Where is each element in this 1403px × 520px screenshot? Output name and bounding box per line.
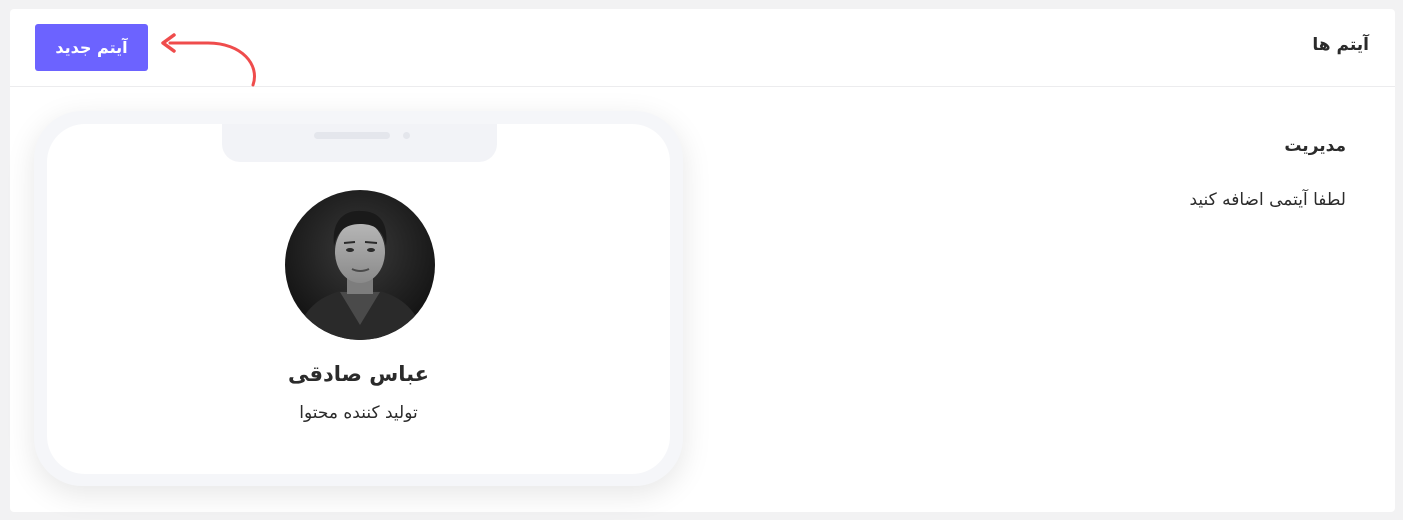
card-header: آیتم ها آیتم جدید xyxy=(10,9,1395,87)
new-item-button[interactable]: آیتم جدید xyxy=(35,24,148,71)
section-title: مدیریت xyxy=(1284,136,1346,156)
avatar-photo xyxy=(285,190,435,340)
page-title: آیتم ها xyxy=(1312,35,1369,55)
profile-name: عباس صادقی xyxy=(287,362,430,386)
phone-screen: عباس صادقی تولید کننده محتوا xyxy=(47,124,670,474)
phone-notch xyxy=(222,124,497,162)
empty-message: لطفا آیتمی اضافه کنید xyxy=(1189,190,1346,210)
avatar xyxy=(285,190,435,340)
phone-preview: عباس صادقی تولید کننده محتوا xyxy=(34,111,683,486)
curved-arrow-icon xyxy=(161,33,256,87)
items-card: آیتم ها آیتم جدید مدیریت لطفا آیتمی اضاف… xyxy=(10,9,1395,512)
speaker-icon xyxy=(314,132,390,139)
profile-role: تولید کننده محتوا xyxy=(299,403,418,423)
camera-icon xyxy=(403,132,410,139)
